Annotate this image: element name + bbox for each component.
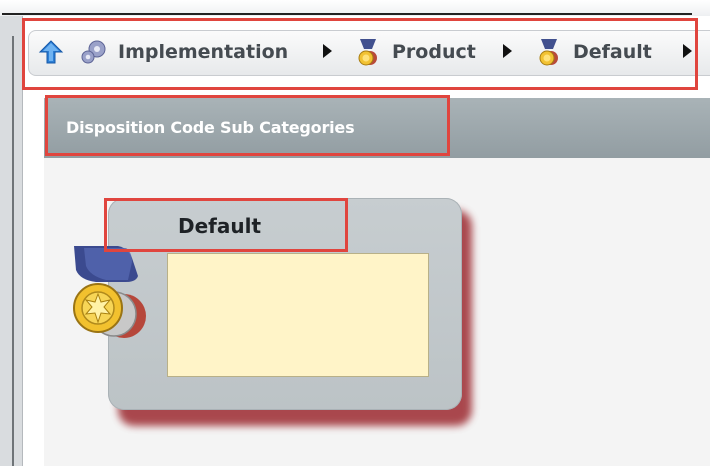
medal-icon xyxy=(358,39,377,66)
breadcrumb-item-implementation[interactable]: Implementation xyxy=(78,38,288,66)
breadcrumb-item-default[interactable]: Default xyxy=(535,38,652,66)
right-triangle-icon xyxy=(683,44,692,58)
window-top-border xyxy=(2,13,692,15)
card-body[interactable] xyxy=(167,253,429,377)
medal-icon xyxy=(73,246,146,338)
card-title: Default xyxy=(178,214,262,238)
home-button[interactable] xyxy=(38,38,64,66)
gear-icon xyxy=(81,40,106,64)
right-triangle-icon xyxy=(323,44,332,58)
medal-icon xyxy=(539,39,558,66)
right-triangle-icon xyxy=(503,44,512,58)
section-title: Disposition Code Sub Categories xyxy=(66,118,355,137)
app-window: Implementation Product Default Dispositi… xyxy=(0,0,710,466)
up-arrow-icon xyxy=(38,40,64,64)
breadcrumb-label: Product xyxy=(392,41,476,63)
left-frame-line xyxy=(12,36,14,466)
breadcrumb-label: Default xyxy=(573,41,652,63)
breadcrumb-item-product[interactable]: Product xyxy=(354,38,476,66)
breadcrumb-label: Implementation xyxy=(118,41,289,63)
left-window-frame xyxy=(0,16,23,466)
